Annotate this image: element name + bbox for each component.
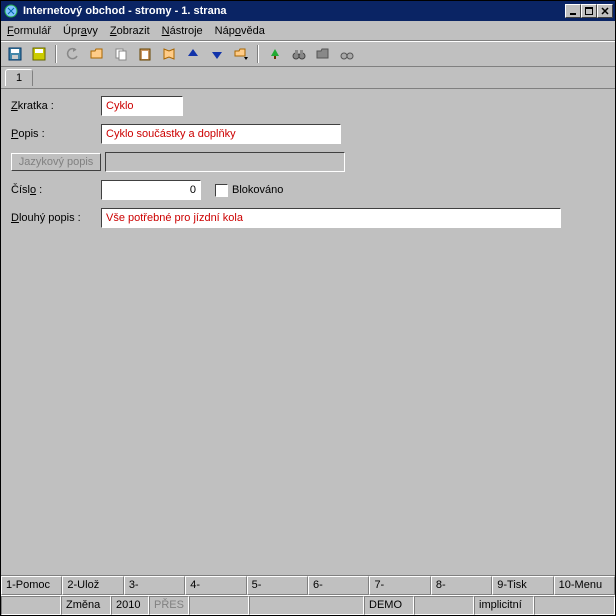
menu-upravy[interactable]: Úpravy (63, 25, 98, 37)
maximize-button[interactable] (581, 4, 597, 18)
jazykovy-popis-button: Jazykový popis (11, 153, 101, 171)
book-icon[interactable] (159, 44, 179, 64)
binoculars-icon[interactable] (289, 44, 309, 64)
cislo-label: Číslo : (11, 184, 101, 196)
f9-button[interactable]: 9-Tisk (492, 576, 553, 595)
f10-button[interactable]: 10-Menu (554, 576, 615, 595)
jazykovy-input (105, 152, 345, 172)
menu-nastroje[interactable]: Nástroje (162, 25, 203, 37)
status-cell-implicit: implicitní (474, 596, 534, 615)
menubar: Formulář Úpravy Zobrazit Nástroje Nápově… (1, 21, 615, 41)
menu-formular[interactable]: Formulář (7, 25, 51, 37)
status-cell-8 (414, 596, 474, 615)
cislo-input[interactable] (101, 180, 201, 200)
f1-button[interactable]: 1-Pomoc (1, 576, 62, 595)
f7-button[interactable]: 7- (369, 576, 430, 595)
zkratka-label: Zkratka : (11, 100, 101, 112)
f6-button[interactable]: 6- (308, 576, 369, 595)
blokovano-checkbox-wrap[interactable]: Blokováno (215, 184, 283, 197)
status-cell-pres: PŘES (149, 596, 189, 615)
tab-1[interactable]: 1 (5, 69, 33, 86)
status-cell-demo: DEMO (364, 596, 414, 615)
window-title: Internetový obchod - stromy - 1. strana (23, 5, 565, 17)
status-cell-1 (1, 596, 61, 615)
window-buttons (565, 4, 613, 18)
save-as-icon[interactable] (29, 44, 49, 64)
menu-zobrazit[interactable]: Zobrazit (110, 25, 150, 37)
status-cell-5 (189, 596, 249, 615)
separator (257, 45, 259, 63)
dlouhy-input[interactable] (101, 208, 561, 228)
folder-search-icon[interactable] (313, 44, 333, 64)
find-next-icon[interactable] (337, 44, 357, 64)
popis-input[interactable] (101, 124, 341, 144)
app-icon (3, 3, 19, 19)
form-area: Zkratka : Popis : Jazykový popis Číslo :… (1, 89, 615, 575)
save-icon[interactable] (5, 44, 25, 64)
zkratka-input[interactable] (101, 96, 183, 116)
down-arrow-icon[interactable] (207, 44, 227, 64)
tree-icon[interactable] (265, 44, 285, 64)
menu-napoveda[interactable]: Nápověda (215, 25, 265, 37)
f8-button[interactable]: 8- (431, 576, 492, 595)
popis-label: Popis : (11, 128, 101, 140)
toolbar (1, 41, 615, 67)
close-button[interactable] (597, 4, 613, 18)
open-folder-icon[interactable] (87, 44, 107, 64)
status-cell-6 (249, 596, 364, 615)
blokovano-checkbox[interactable] (215, 184, 228, 197)
folder-dropdown-icon[interactable] (231, 44, 251, 64)
dlouhy-label: Dlouhý popis : (11, 212, 101, 224)
status-cell-year: 2010 (111, 596, 149, 615)
status-cell-mode: Změna (61, 596, 111, 615)
titlebar: Internetový obchod - stromy - 1. strana (1, 1, 615, 21)
status-cell-10 (534, 596, 615, 615)
f5-button[interactable]: 5- (247, 576, 308, 595)
up-arrow-icon[interactable] (183, 44, 203, 64)
function-key-bar: 1-Pomoc 2-Ulož 3- 4- 5- 6- 7- 8- 9-Tisk … (1, 575, 615, 595)
app-window: Internetový obchod - stromy - 1. strana … (0, 0, 616, 616)
blokovano-label: Blokováno (232, 184, 283, 196)
undo-icon[interactable] (63, 44, 83, 64)
tabstrip: 1 (1, 67, 615, 89)
copy-icon[interactable] (111, 44, 131, 64)
f2-button[interactable]: 2-Ulož (62, 576, 123, 595)
minimize-button[interactable] (565, 4, 581, 18)
paste-icon[interactable] (135, 44, 155, 64)
f3-button[interactable]: 3- (124, 576, 185, 595)
separator (55, 45, 57, 63)
statusbar: Změna 2010 PŘES DEMO implicitní (1, 595, 615, 615)
f4-button[interactable]: 4- (185, 576, 246, 595)
